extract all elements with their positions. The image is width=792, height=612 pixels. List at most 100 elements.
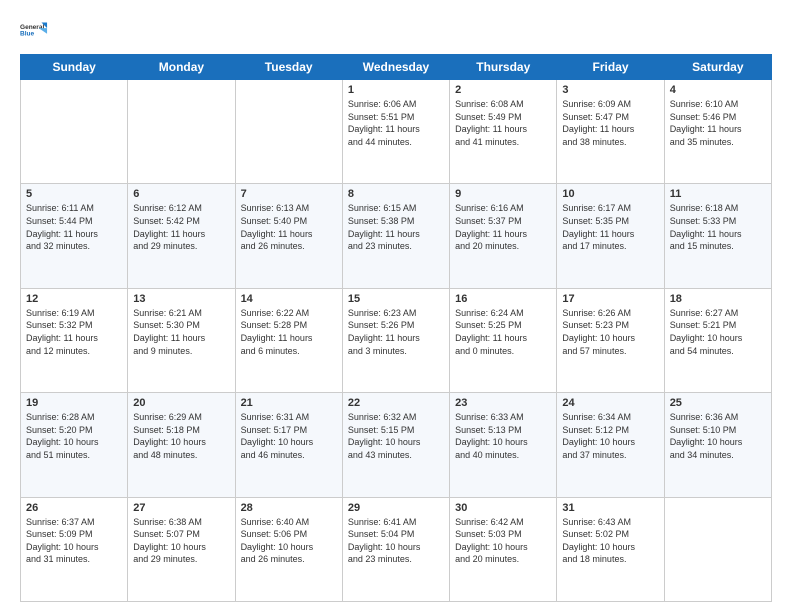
day-number: 5: [26, 188, 122, 200]
cell-info: Sunrise: 6:09 AM Sunset: 5:47 PM Dayligh…: [562, 98, 658, 148]
day-number: 20: [133, 397, 229, 409]
calendar-cell: 28 Sunrise: 6:40 AM Sunset: 5:06 PM Dayli…: [235, 497, 342, 601]
calendar-cell: 5Sunrise: 6:11 AM Sunset: 5:44 PM Daylig…: [21, 184, 128, 288]
day-number: 13: [133, 293, 229, 305]
day-number: 10: [562, 188, 658, 200]
weekday-header-saturday: Saturday: [664, 55, 771, 80]
day-number: 17: [562, 293, 658, 305]
day-number: 11: [670, 188, 766, 200]
cell-info: Sunrise: 6:27 AM Sunset: 5:21 PM Dayligh…: [670, 307, 766, 357]
calendar-cell: [21, 80, 128, 184]
calendar-cell: 25Sunrise: 6:36 AM Sunset: 5:10 PM Dayli…: [664, 393, 771, 497]
calendar-cell: 14Sunrise: 6:22 AM Sunset: 5:28 PM Dayli…: [235, 288, 342, 392]
cell-info: Sunrise: 6:08 AM Sunset: 5:49 PM Dayligh…: [455, 98, 551, 148]
calendar-cell: 11Sunrise: 6:18 AM Sunset: 5:33 PM Dayli…: [664, 184, 771, 288]
calendar-cell: 6 Sunrise: 6:12 AM Sunset: 5:42 PM Daylig…: [128, 184, 235, 288]
calendar-cell: 4 Sunrise: 6:10 AM Sunset: 5:46 PM Daylig…: [664, 80, 771, 184]
logo: GeneralBlue: [20, 16, 48, 44]
day-number: 29: [348, 502, 444, 514]
cell-info: Sunrise: 6:23 AM Sunset: 5:26 PM Dayligh…: [348, 307, 444, 357]
day-number: 8: [348, 188, 444, 200]
calendar-cell: 7Sunrise: 6:13 AM Sunset: 5:40 PM Daylig…: [235, 184, 342, 288]
calendar-cell: 26 Sunrise: 6:37 AM Sunset: 5:09 PM Dayli…: [21, 497, 128, 601]
weekday-header-sunday: Sunday: [21, 55, 128, 80]
day-number: 30: [455, 502, 551, 514]
calendar-table: SundayMondayTuesdayWednesdayThursdayFrid…: [20, 54, 772, 602]
logo-icon: GeneralBlue: [20, 16, 48, 44]
day-number: 14: [241, 293, 337, 305]
calendar-cell: 30 Sunrise: 6:42 AM Sunset: 5:03 PM Dayli…: [450, 497, 557, 601]
day-number: 22: [348, 397, 444, 409]
cell-info: Sunrise: 6:40 AM Sunset: 5:06 PM Dayligh…: [241, 516, 337, 566]
calendar-cell: 8 Sunrise: 6:15 AM Sunset: 5:38 PM Daylig…: [342, 184, 449, 288]
cell-info: Sunrise: 6:16 AM Sunset: 5:37 PM Dayligh…: [455, 202, 551, 252]
cell-info: Sunrise: 6:43 AM Sunset: 5:02 PM Dayligh…: [562, 516, 658, 566]
calendar-cell: 29 Sunrise: 6:41 AM Sunset: 5:04 PM Dayli…: [342, 497, 449, 601]
cell-info: Sunrise: 6:26 AM Sunset: 5:23 PM Dayligh…: [562, 307, 658, 357]
calendar-week-3: 12Sunrise: 6:19 AM Sunset: 5:32 PM Dayli…: [21, 288, 772, 392]
calendar-cell: 1Sunrise: 6:06 AM Sunset: 5:51 PM Daylig…: [342, 80, 449, 184]
day-number: 9: [455, 188, 551, 200]
calendar-cell: 21 Sunrise: 6:31 AM Sunset: 5:17 PM Dayli…: [235, 393, 342, 497]
day-number: 3: [562, 84, 658, 96]
calendar-cell: 27Sunrise: 6:38 AM Sunset: 5:07 PM Dayli…: [128, 497, 235, 601]
calendar-cell: 13 Sunrise: 6:21 AM Sunset: 5:30 PM Dayli…: [128, 288, 235, 392]
calendar-cell: 2 Sunrise: 6:08 AM Sunset: 5:49 PM Daylig…: [450, 80, 557, 184]
cell-info: Sunrise: 6:21 AM Sunset: 5:30 PM Dayligh…: [133, 307, 229, 357]
day-number: 6: [133, 188, 229, 200]
cell-info: Sunrise: 6:28 AM Sunset: 5:20 PM Dayligh…: [26, 411, 122, 461]
day-number: 18: [670, 293, 766, 305]
day-number: 23: [455, 397, 551, 409]
weekday-header-friday: Friday: [557, 55, 664, 80]
page: GeneralBlue SundayMondayTuesdayWednesday…: [0, 0, 792, 612]
calendar-cell: 9 Sunrise: 6:16 AM Sunset: 5:37 PM Daylig…: [450, 184, 557, 288]
calendar-cell: 31Sunrise: 6:43 AM Sunset: 5:02 PM Dayli…: [557, 497, 664, 601]
day-number: 24: [562, 397, 658, 409]
calendar-cell: 16 Sunrise: 6:24 AM Sunset: 5:25 PM Dayli…: [450, 288, 557, 392]
day-number: 21: [241, 397, 337, 409]
day-number: 25: [670, 397, 766, 409]
cell-info: Sunrise: 6:24 AM Sunset: 5:25 PM Dayligh…: [455, 307, 551, 357]
calendar-week-2: 5Sunrise: 6:11 AM Sunset: 5:44 PM Daylig…: [21, 184, 772, 288]
cell-info: Sunrise: 6:41 AM Sunset: 5:04 PM Dayligh…: [348, 516, 444, 566]
day-number: 7: [241, 188, 337, 200]
day-number: 27: [133, 502, 229, 514]
calendar-cell: [128, 80, 235, 184]
calendar-week-1: 1Sunrise: 6:06 AM Sunset: 5:51 PM Daylig…: [21, 80, 772, 184]
cell-info: Sunrise: 6:33 AM Sunset: 5:13 PM Dayligh…: [455, 411, 551, 461]
calendar-cell: [664, 497, 771, 601]
day-number: 28: [241, 502, 337, 514]
cell-info: Sunrise: 6:34 AM Sunset: 5:12 PM Dayligh…: [562, 411, 658, 461]
day-number: 19: [26, 397, 122, 409]
calendar-cell: 12Sunrise: 6:19 AM Sunset: 5:32 PM Dayli…: [21, 288, 128, 392]
cell-info: Sunrise: 6:15 AM Sunset: 5:38 PM Dayligh…: [348, 202, 444, 252]
calendar-cell: 10Sunrise: 6:17 AM Sunset: 5:35 PM Dayli…: [557, 184, 664, 288]
calendar-cell: 18 Sunrise: 6:27 AM Sunset: 5:21 PM Dayli…: [664, 288, 771, 392]
day-number: 26: [26, 502, 122, 514]
weekday-header-thursday: Thursday: [450, 55, 557, 80]
cell-info: Sunrise: 6:29 AM Sunset: 5:18 PM Dayligh…: [133, 411, 229, 461]
cell-info: Sunrise: 6:42 AM Sunset: 5:03 PM Dayligh…: [455, 516, 551, 566]
calendar-cell: 17 Sunrise: 6:26 AM Sunset: 5:23 PM Dayli…: [557, 288, 664, 392]
header: GeneralBlue: [20, 16, 772, 44]
cell-info: Sunrise: 6:12 AM Sunset: 5:42 PM Dayligh…: [133, 202, 229, 252]
cell-info: Sunrise: 6:31 AM Sunset: 5:17 PM Dayligh…: [241, 411, 337, 461]
calendar-cell: [235, 80, 342, 184]
weekday-header-monday: Monday: [128, 55, 235, 80]
day-number: 2: [455, 84, 551, 96]
calendar-cell: 3 Sunrise: 6:09 AM Sunset: 5:47 PM Daylig…: [557, 80, 664, 184]
cell-info: Sunrise: 6:37 AM Sunset: 5:09 PM Dayligh…: [26, 516, 122, 566]
day-number: 15: [348, 293, 444, 305]
weekday-header-wednesday: Wednesday: [342, 55, 449, 80]
calendar-cell: 23 Sunrise: 6:33 AM Sunset: 5:13 PM Dayli…: [450, 393, 557, 497]
svg-text:Blue: Blue: [20, 31, 34, 38]
day-number: 16: [455, 293, 551, 305]
weekday-header-row: SundayMondayTuesdayWednesdayThursdayFrid…: [21, 55, 772, 80]
cell-info: Sunrise: 6:32 AM Sunset: 5:15 PM Dayligh…: [348, 411, 444, 461]
day-number: 4: [670, 84, 766, 96]
cell-info: Sunrise: 6:10 AM Sunset: 5:46 PM Dayligh…: [670, 98, 766, 148]
cell-info: Sunrise: 6:06 AM Sunset: 5:51 PM Dayligh…: [348, 98, 444, 148]
calendar-cell: 20 Sunrise: 6:29 AM Sunset: 5:18 PM Dayli…: [128, 393, 235, 497]
calendar-cell: 15 Sunrise: 6:23 AM Sunset: 5:26 PM Dayli…: [342, 288, 449, 392]
calendar-week-4: 19 Sunrise: 6:28 AM Sunset: 5:20 PM Dayli…: [21, 393, 772, 497]
